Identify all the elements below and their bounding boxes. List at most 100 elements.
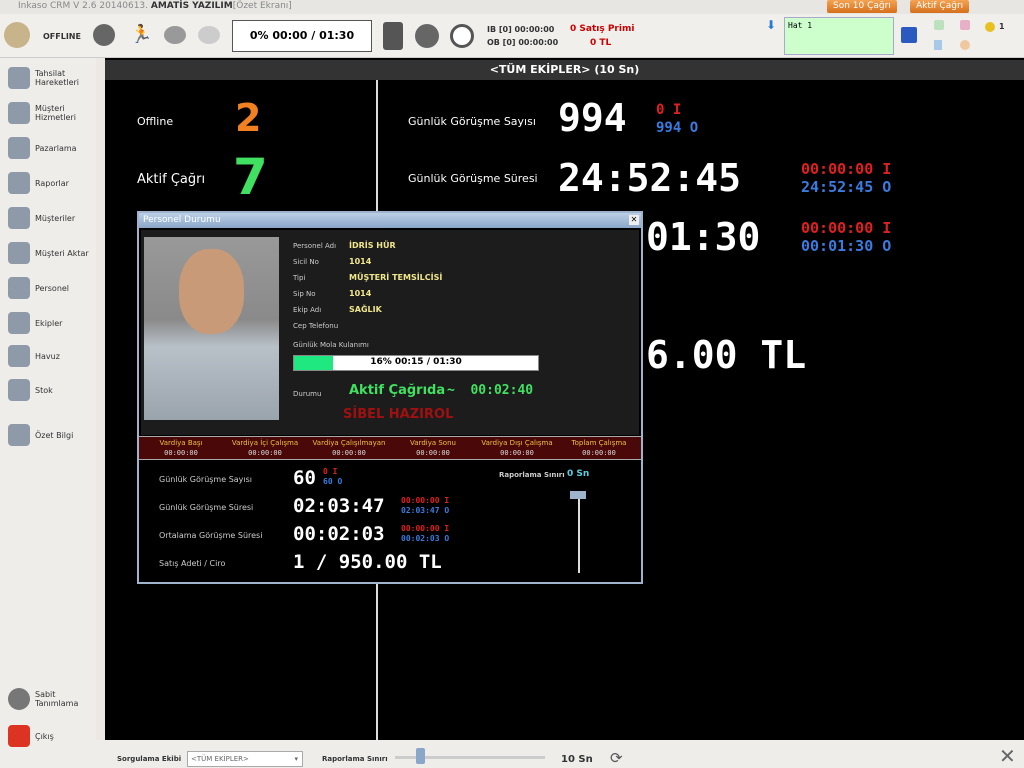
- active-call-label: Aktif Çağrı: [137, 172, 206, 187]
- active-call-button[interactable]: Aktif Çağrı: [910, 0, 970, 13]
- offline-value: 2: [235, 96, 262, 140]
- revenue: 6.00 TL: [646, 333, 807, 377]
- stat-out: 02:03:47 O: [401, 506, 450, 515]
- call-count-out: 994 O: [656, 120, 699, 136]
- stat-value: 02:03:47: [293, 495, 385, 517]
- team-header: <TÜM EKİPLER> (10 Sn): [105, 60, 1024, 80]
- shift-item: Vardiya Başı 00:00:00: [159, 439, 203, 457]
- stat-out: 60 O: [323, 477, 343, 486]
- coffee-icon[interactable]: [164, 26, 186, 44]
- address-book-icon[interactable]: [383, 22, 403, 50]
- clock-icon[interactable]: [450, 24, 474, 48]
- sidebar-item-marketing[interactable]: Pazarlama: [8, 133, 94, 163]
- sidebar-item-teams[interactable]: Ekipler: [8, 308, 94, 338]
- field-label: Ekip Adı: [293, 306, 322, 314]
- field-label: Cep Telefonu: [293, 322, 339, 330]
- team-select[interactable]: <TÜM EKİPLER> ▾: [187, 751, 303, 767]
- break-usage-box: 0% 00:00 / 01:30: [232, 20, 372, 52]
- avg-time-in: 00:00:00 I: [801, 219, 892, 237]
- bonus-title: 0 Satış Primi: [570, 24, 635, 34]
- field-label: Tipi: [293, 274, 306, 282]
- call-time-out: 24:52:45 O: [801, 178, 892, 196]
- break-progress-bar: 16% 00:15 / 01:30: [293, 355, 539, 371]
- ob-status: OB [0] 00:00:00: [487, 38, 559, 47]
- stat-value: 1 / 950.00 TL: [293, 551, 442, 573]
- sidebar-item-collections[interactable]: Tahsilat Hareketleri: [8, 63, 94, 93]
- gear-icon: [8, 688, 30, 710]
- call-time-in: 00:00:00 I: [801, 160, 892, 178]
- announcement-icon[interactable]: [415, 24, 439, 48]
- registry-no: 1014: [349, 257, 372, 266]
- status-value: Aktif Çağrıda: [349, 383, 446, 398]
- limit-slider-handle[interactable]: [416, 748, 425, 764]
- report-limit-slider[interactable]: [578, 493, 580, 573]
- sidebar-item-customers[interactable]: Müşteriler: [8, 203, 94, 233]
- reports-icon: [8, 172, 30, 194]
- field-label: Sicil No: [293, 258, 319, 266]
- close-icon[interactable]: ✕: [999, 744, 1016, 768]
- sidebar-item-reports[interactable]: Raporlar: [8, 168, 94, 198]
- ready-icon[interactable]: [93, 24, 115, 46]
- last-10-calls-button[interactable]: Son 10 Çağrı: [827, 0, 897, 13]
- sidebar-item-stock[interactable]: Stok: [8, 375, 94, 405]
- running-man-icon[interactable]: 🏃: [130, 24, 152, 45]
- call-time-label: Günlük Görüşme Süresi: [408, 172, 538, 185]
- bonus-value: 0 TL: [590, 38, 612, 48]
- sip-no: 1014: [349, 289, 372, 298]
- pool-icon: [8, 345, 30, 367]
- shift-item: Vardiya Sonu 00:00:00: [410, 439, 456, 457]
- hangup-icon[interactable]: [960, 20, 970, 30]
- team-filter-label: Sorgulama Ekibi: [117, 755, 182, 763]
- personnel-icon: [8, 277, 30, 299]
- sidebar-item-personnel[interactable]: Personel: [8, 273, 94, 303]
- report-limit-label: Raporlama Sınırı: [499, 471, 565, 479]
- download-arrow-icon[interactable]: ⬇: [766, 18, 776, 32]
- sidebar-item-customer-service[interactable]: Müşteri Hizmetleri: [8, 98, 94, 128]
- stat-value: 00:02:03: [293, 523, 385, 545]
- personnel-info: Personel Adı İDRİS HÜR Sicil No 1014 Tip…: [141, 230, 639, 435]
- personnel-photo: [144, 237, 279, 420]
- sidebar-item-settings[interactable]: Sabit Tanımlama: [8, 684, 94, 714]
- dialog-title: Personel Durumu: [139, 213, 641, 228]
- teams-icon: [8, 312, 30, 334]
- chevron-down-icon: ▾: [294, 755, 298, 763]
- limit-label: Raporlama Sınırı: [322, 755, 388, 763]
- phone-icon[interactable]: [901, 27, 917, 43]
- shift-bar: Vardiya Başı 00:00:00 Vardiya İçi Çalışma…: [139, 436, 641, 460]
- answer-icon[interactable]: [934, 20, 944, 30]
- stat-in: 0 I: [323, 467, 338, 476]
- mic-icon[interactable]: [934, 40, 942, 50]
- stat-label: Günlük Görüşme Sayısı: [159, 475, 253, 484]
- stat-value: 60: [293, 467, 316, 489]
- stock-icon: [8, 379, 30, 401]
- call-count-label: Günlük Görüşme Sayısı: [408, 115, 536, 128]
- slider-handle[interactable]: [570, 491, 586, 499]
- close-icon[interactable]: ✕: [629, 215, 639, 225]
- status-face-icon[interactable]: [4, 22, 30, 48]
- stat-label: Günlük Görüşme Süresi: [159, 503, 254, 512]
- break-label: Günlük Mola Kulanımı: [293, 341, 369, 349]
- refresh-icon[interactable]: ⟳: [610, 749, 623, 767]
- sidebar-item-summary[interactable]: Özet Bilgi: [8, 420, 94, 450]
- sidebar-item-exit[interactable]: Çıkış: [8, 721, 94, 751]
- coin-icon: [985, 22, 995, 32]
- status-label: OFFLINE: [43, 32, 81, 41]
- sidebar-item-customer-transfer[interactable]: Müşteri Aktar: [8, 238, 94, 268]
- shift-item: Vardiya İçi Çalışma 00:00:00: [231, 439, 299, 457]
- active-call-value: 7: [233, 148, 268, 206]
- progress-text: 16% 00:15 / 01:30: [370, 357, 462, 367]
- power-icon: [8, 725, 30, 747]
- transfer-icon: [8, 242, 30, 264]
- sidebar: Tahsilat Hareketleri Müşteri Hizmetleri …: [0, 58, 96, 768]
- phone-icon: [8, 137, 30, 159]
- hold-icon[interactable]: [960, 40, 970, 50]
- type: MÜŞTERİ TEMSİLCİSİ: [349, 273, 443, 282]
- report-limit-value: 0 Sn: [567, 469, 590, 479]
- call-count-in: 0 I: [656, 102, 682, 118]
- sidebar-item-pool[interactable]: Havuz: [8, 341, 94, 371]
- team-name: SAĞLIK: [349, 305, 382, 314]
- limit-value: 10 Sn: [561, 754, 593, 765]
- meeting-icon[interactable]: [198, 26, 220, 44]
- alert-message: SİBEL HAZIROL: [343, 407, 454, 422]
- summary-icon: [8, 424, 30, 446]
